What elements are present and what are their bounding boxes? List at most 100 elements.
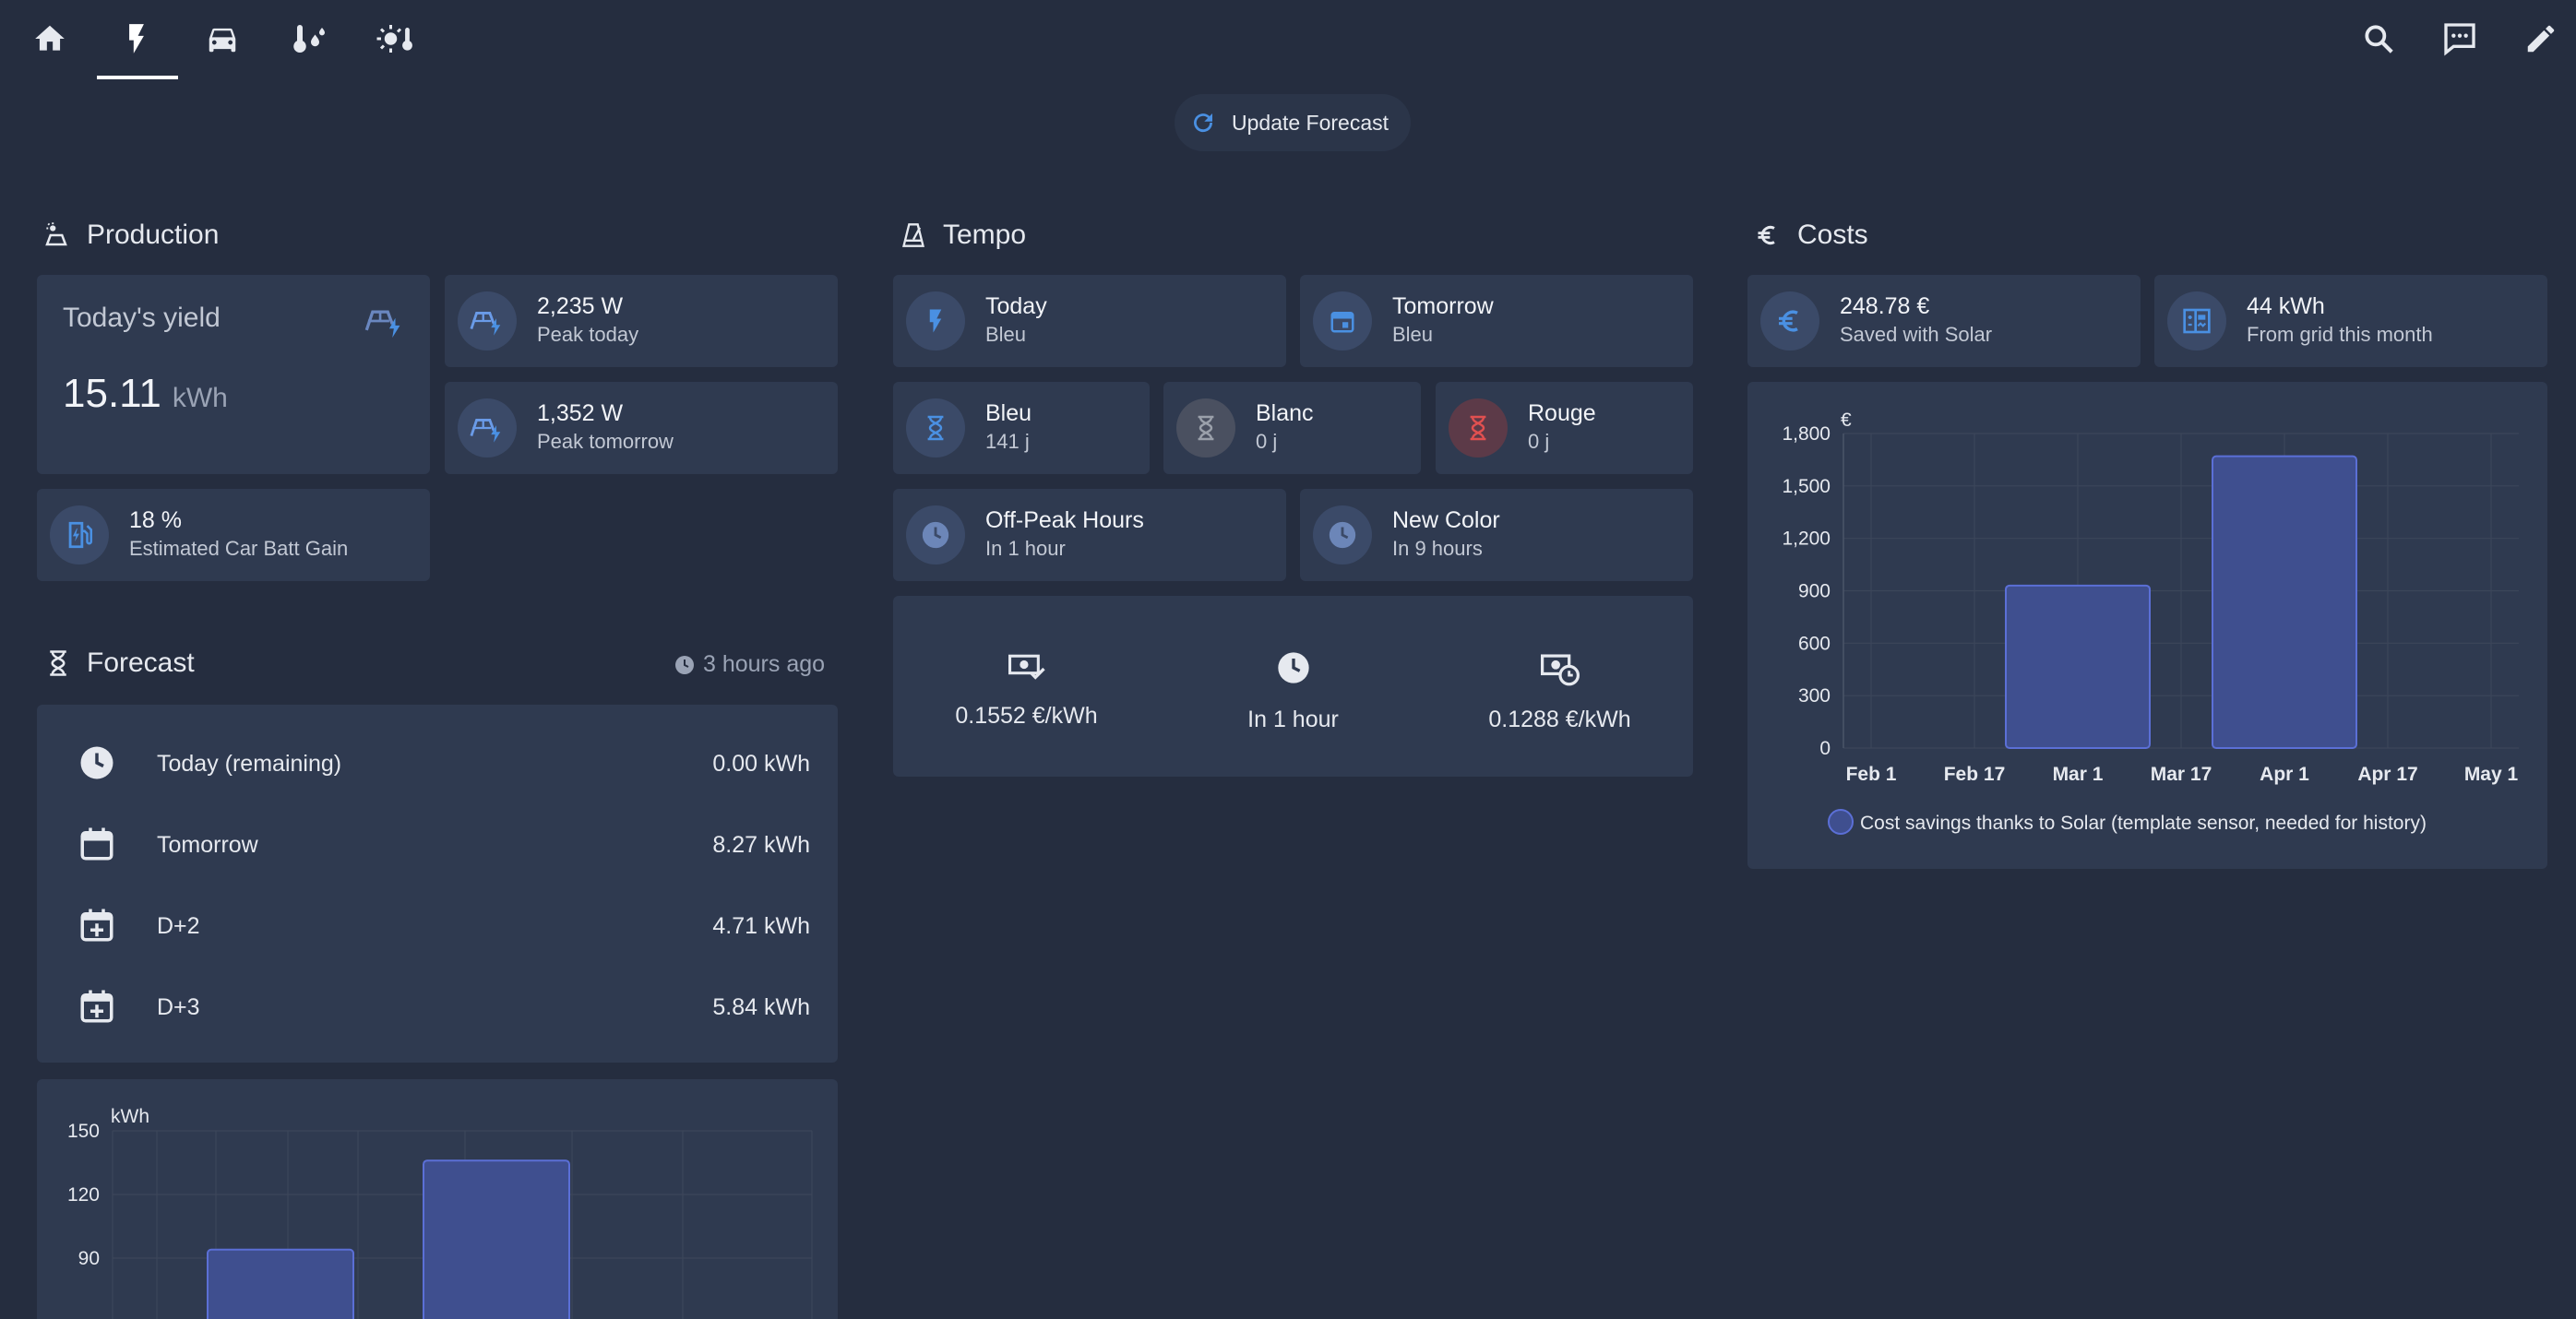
solar-power-icon (42, 221, 70, 249)
x-tick-label: Apr 17 (2357, 764, 2417, 785)
euro-icon (1755, 221, 1781, 249)
yield-unit: kWh (172, 383, 228, 413)
home-icon[interactable] (20, 9, 79, 68)
update-forecast-button[interactable]: Update Forecast (1175, 94, 1411, 151)
tempo-bleu-tile[interactable]: Bleu 141 j (893, 382, 1150, 474)
forecast-card: Today (remaining) 0.00 kWh Tomorrow 8.27… (37, 705, 838, 1063)
solar-power-variant-icon (458, 398, 517, 457)
x-tick-label: Apr 1 (2260, 764, 2309, 785)
lightning-icon[interactable] (107, 9, 166, 68)
calendar-icon (78, 825, 116, 863)
offpeak-hours-tile[interactable]: Off-Peak Hours In 1 hour (893, 489, 1286, 581)
forecast-row-label: D+2 (157, 912, 200, 939)
tempo-today-value: Bleu (985, 323, 1027, 346)
bar (423, 1159, 570, 1319)
tempo-rouge-title: Rouge (1528, 400, 1596, 426)
tempo-tomorrow-tile[interactable]: Tomorrow Bleu (1300, 275, 1693, 367)
cost-savings-chart: €0 300 600 900 1,200 1,500 1,800 Feb 1 Feb 17 Mar… (1782, 410, 2519, 835)
tempo-today-title: Today (985, 293, 1047, 319)
tempo-rouge-tile[interactable]: Rouge 0 j (1436, 382, 1693, 474)
tempo-heading: Tempo (900, 220, 1026, 251)
euro-icon (1760, 291, 1819, 351)
yield-title: Today's yield (63, 303, 221, 333)
legend-swatch (1828, 809, 1854, 835)
saved-label: Saved with Solar (1840, 323, 1993, 346)
thermometer-water-icon[interactable] (279, 9, 338, 68)
clock-icon (906, 505, 965, 564)
grid-value: 44 kWh (2247, 293, 2325, 319)
y-unit-label: € (1841, 410, 1852, 431)
forecast-updated-text: 3 hours ago (703, 651, 826, 677)
search-icon[interactable] (2349, 9, 2408, 68)
forecast-heading: Forecast (46, 648, 195, 679)
clock-icon (1275, 649, 1312, 686)
y-tick-label: 900 (1798, 581, 1831, 602)
forecast-row[interactable]: D+3 5.84 kWh (37, 967, 838, 1048)
clock-icon (674, 654, 696, 676)
forecast-row[interactable]: Today (remaining) 0.00 kWh (37, 723, 838, 804)
calendar-plus-icon (78, 906, 116, 945)
yield-value: 15.11 (63, 371, 161, 416)
sun-thermometer-icon[interactable] (365, 9, 424, 68)
hourglass-icon (1449, 398, 1508, 457)
next-price-block[interactable]: 0.1288 €/kWh (1426, 649, 1693, 733)
solar-power-variant-icon (364, 303, 406, 339)
bar (2005, 584, 2151, 749)
costs-heading: Costs (1755, 220, 1868, 251)
peak-today-label: Peak today (537, 323, 639, 346)
forecast-row-label: D+3 (157, 993, 200, 1020)
current-price-block[interactable]: 0.1552 €/kWh (893, 649, 1160, 730)
y-tick-label: 300 (1798, 685, 1831, 707)
saved-with-solar-tile[interactable]: 248.78 € Saved with Solar (1747, 275, 2141, 367)
y-tick-label: 1,200 (1782, 529, 1831, 550)
car-batt-value: 18 % (129, 507, 182, 533)
clock-icon (78, 743, 116, 782)
forecast-updated: 3 hours ago (674, 651, 825, 678)
y-tick-label: 90 (78, 1248, 100, 1269)
forecast-row-value: 0.00 kWh (712, 750, 810, 777)
forecast-row-value: 5.84 kWh (712, 993, 810, 1020)
tempo-tomorrow-title: Tomorrow (1392, 293, 1494, 319)
forecast-row-label: Tomorrow (157, 831, 258, 858)
meter-icon (2167, 291, 2226, 351)
forecast-row-value: 8.27 kWh (712, 831, 810, 858)
todays-yield-card[interactable]: Today's yield 15.11 kWh (37, 275, 430, 474)
tempo-price-card: 0.1552 €/kWh In 1 hour 0.1288 €/kWh (893, 596, 1693, 777)
refresh-icon (1189, 109, 1217, 137)
new-color-tile[interactable]: New Color In 9 hours (1300, 489, 1693, 581)
calendar-plus-icon (78, 987, 116, 1026)
forecast-row[interactable]: D+2 4.71 kWh (37, 885, 838, 967)
next-change: In 1 hour (1247, 707, 1339, 732)
tempo-today-tile[interactable]: Today Bleu (893, 275, 1286, 367)
car-batt-gain-tile[interactable]: 18 % Estimated Car Batt Gain (37, 489, 430, 581)
new-color-value: In 9 hours (1392, 537, 1483, 560)
bar (207, 1248, 354, 1319)
tempo-tomorrow-value: Bleu (1392, 323, 1434, 346)
car-icon[interactable] (193, 9, 252, 68)
peak-tomorrow-value: 1,352 W (537, 400, 624, 426)
yield-reading: 15.11 kWh (63, 371, 228, 417)
x-tick-label: Feb 1 (1846, 764, 1897, 785)
tempo-blanc-value: 0 j (1256, 430, 1278, 453)
lightning-icon (906, 291, 965, 351)
y-tick-label: 150 (67, 1121, 100, 1142)
y-tick-label: 120 (67, 1184, 100, 1206)
peak-tomorrow-tile[interactable]: 1,352 W Peak tomorrow (445, 382, 838, 474)
from-grid-tile[interactable]: 44 kWh From grid this month (2154, 275, 2547, 367)
next-price: 0.1288 €/kWh (1488, 707, 1631, 732)
forecast-row[interactable]: Tomorrow 8.27 kWh (37, 804, 838, 885)
production-heading: Production (42, 220, 219, 251)
pencil-icon[interactable] (2511, 9, 2570, 68)
forecast-energy-chart: kWh 150 120 90 (67, 1106, 813, 1319)
peak-tomorrow-label: Peak tomorrow (537, 430, 674, 453)
chat-icon[interactable] (2430, 9, 2489, 68)
forecast-row-value: 4.71 kWh (712, 912, 810, 939)
hourglass-icon (906, 398, 965, 457)
x-tick-label: Mar 1 (2053, 764, 2104, 785)
x-tick-label: Mar 17 (2151, 764, 2212, 785)
y-unit-label: kWh (111, 1106, 149, 1127)
peak-today-tile[interactable]: 2,235 W Peak today (445, 275, 838, 367)
next-change-block[interactable]: In 1 hour (1160, 649, 1426, 733)
tempo-blanc-tile[interactable]: Blanc 0 j (1163, 382, 1421, 474)
forecast-chart-card: kWh 150 120 90 (37, 1079, 838, 1319)
